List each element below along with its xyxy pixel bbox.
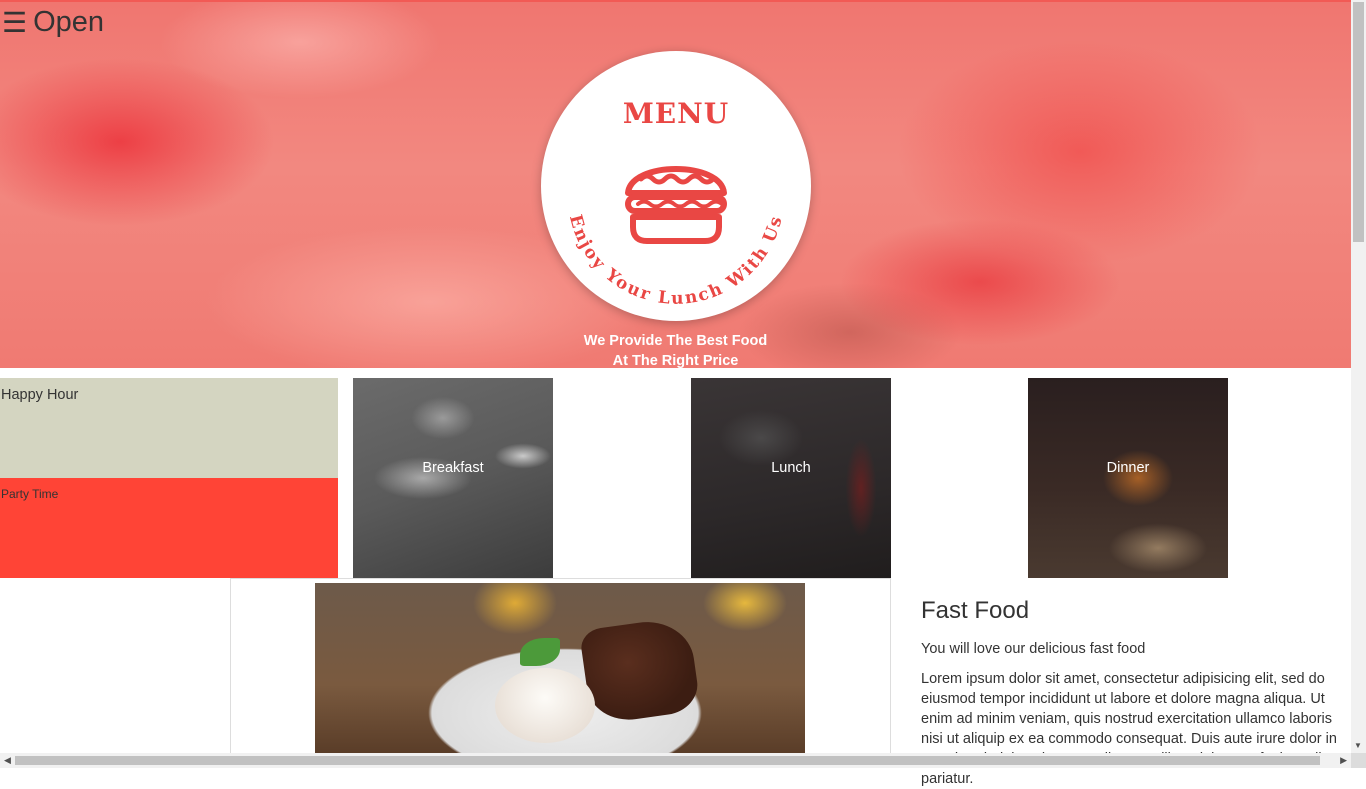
lunch-label: Lunch [771, 460, 811, 476]
feature-title: Fast Food [921, 597, 1030, 624]
lunch-tile[interactable]: Lunch [691, 378, 891, 578]
cake-slice [578, 615, 702, 726]
tagline-line-1: We Provide The Best Food [583, 333, 768, 349]
breakfast-tile[interactable]: Breakfast [353, 378, 553, 578]
vertical-scroll-thumb[interactable] [1353, 2, 1364, 242]
cake-cream [495, 668, 595, 743]
happy-hour-tile[interactable]: Happy Hour [0, 378, 338, 478]
hero-tagline: We Provide The Best Food At The Right Pr… [0, 331, 1351, 368]
scroll-left-icon[interactable]: ◀ [4, 755, 11, 766]
dinner-label: Dinner [1106, 460, 1150, 476]
horizontal-scrollbar[interactable]: ◀ ▶ [0, 753, 1351, 768]
hamburger-icon: ☰ [2, 7, 28, 38]
feature-body: Lorem ipsum dolor sit amet, consectetur … [921, 671, 1337, 787]
badge-curve-text: Enjoy Your Lunch With Us [565, 213, 787, 309]
horizontal-scroll-thumb[interactable] [15, 756, 1320, 765]
breakfast-label: Breakfast [422, 460, 484, 476]
mint-leaf [520, 638, 560, 666]
party-time-tile[interactable]: Party Time [0, 478, 338, 578]
happy-hour-label: Happy Hour [1, 387, 79, 403]
burger-icon: Enjoy Your Lunch With Us [565, 166, 787, 309]
cake-image [315, 583, 805, 753]
vertical-scrollbar[interactable]: ▼ [1351, 0, 1366, 753]
tagline-line-2: At The Right Price [612, 353, 739, 368]
scroll-right-icon[interactable]: ▶ [1340, 755, 1347, 766]
open-menu-label: Open [33, 6, 105, 38]
feature-subtitle: You will love our delicious fast food [921, 641, 1146, 657]
scroll-down-icon[interactable]: ▼ [1354, 741, 1362, 750]
menu-badge: MENU Enjoy Your Lunch With Us [541, 51, 811, 321]
hero-banner: ☰ Open MENU Enjoy Your Lunch With Us We … [0, 0, 1351, 368]
dinner-tile[interactable]: Dinner [1028, 378, 1228, 578]
party-time-label: Party Time [1, 487, 59, 501]
open-menu-button[interactable]: ☰ Open [2, 6, 104, 39]
scrollbar-corner [1351, 753, 1366, 768]
